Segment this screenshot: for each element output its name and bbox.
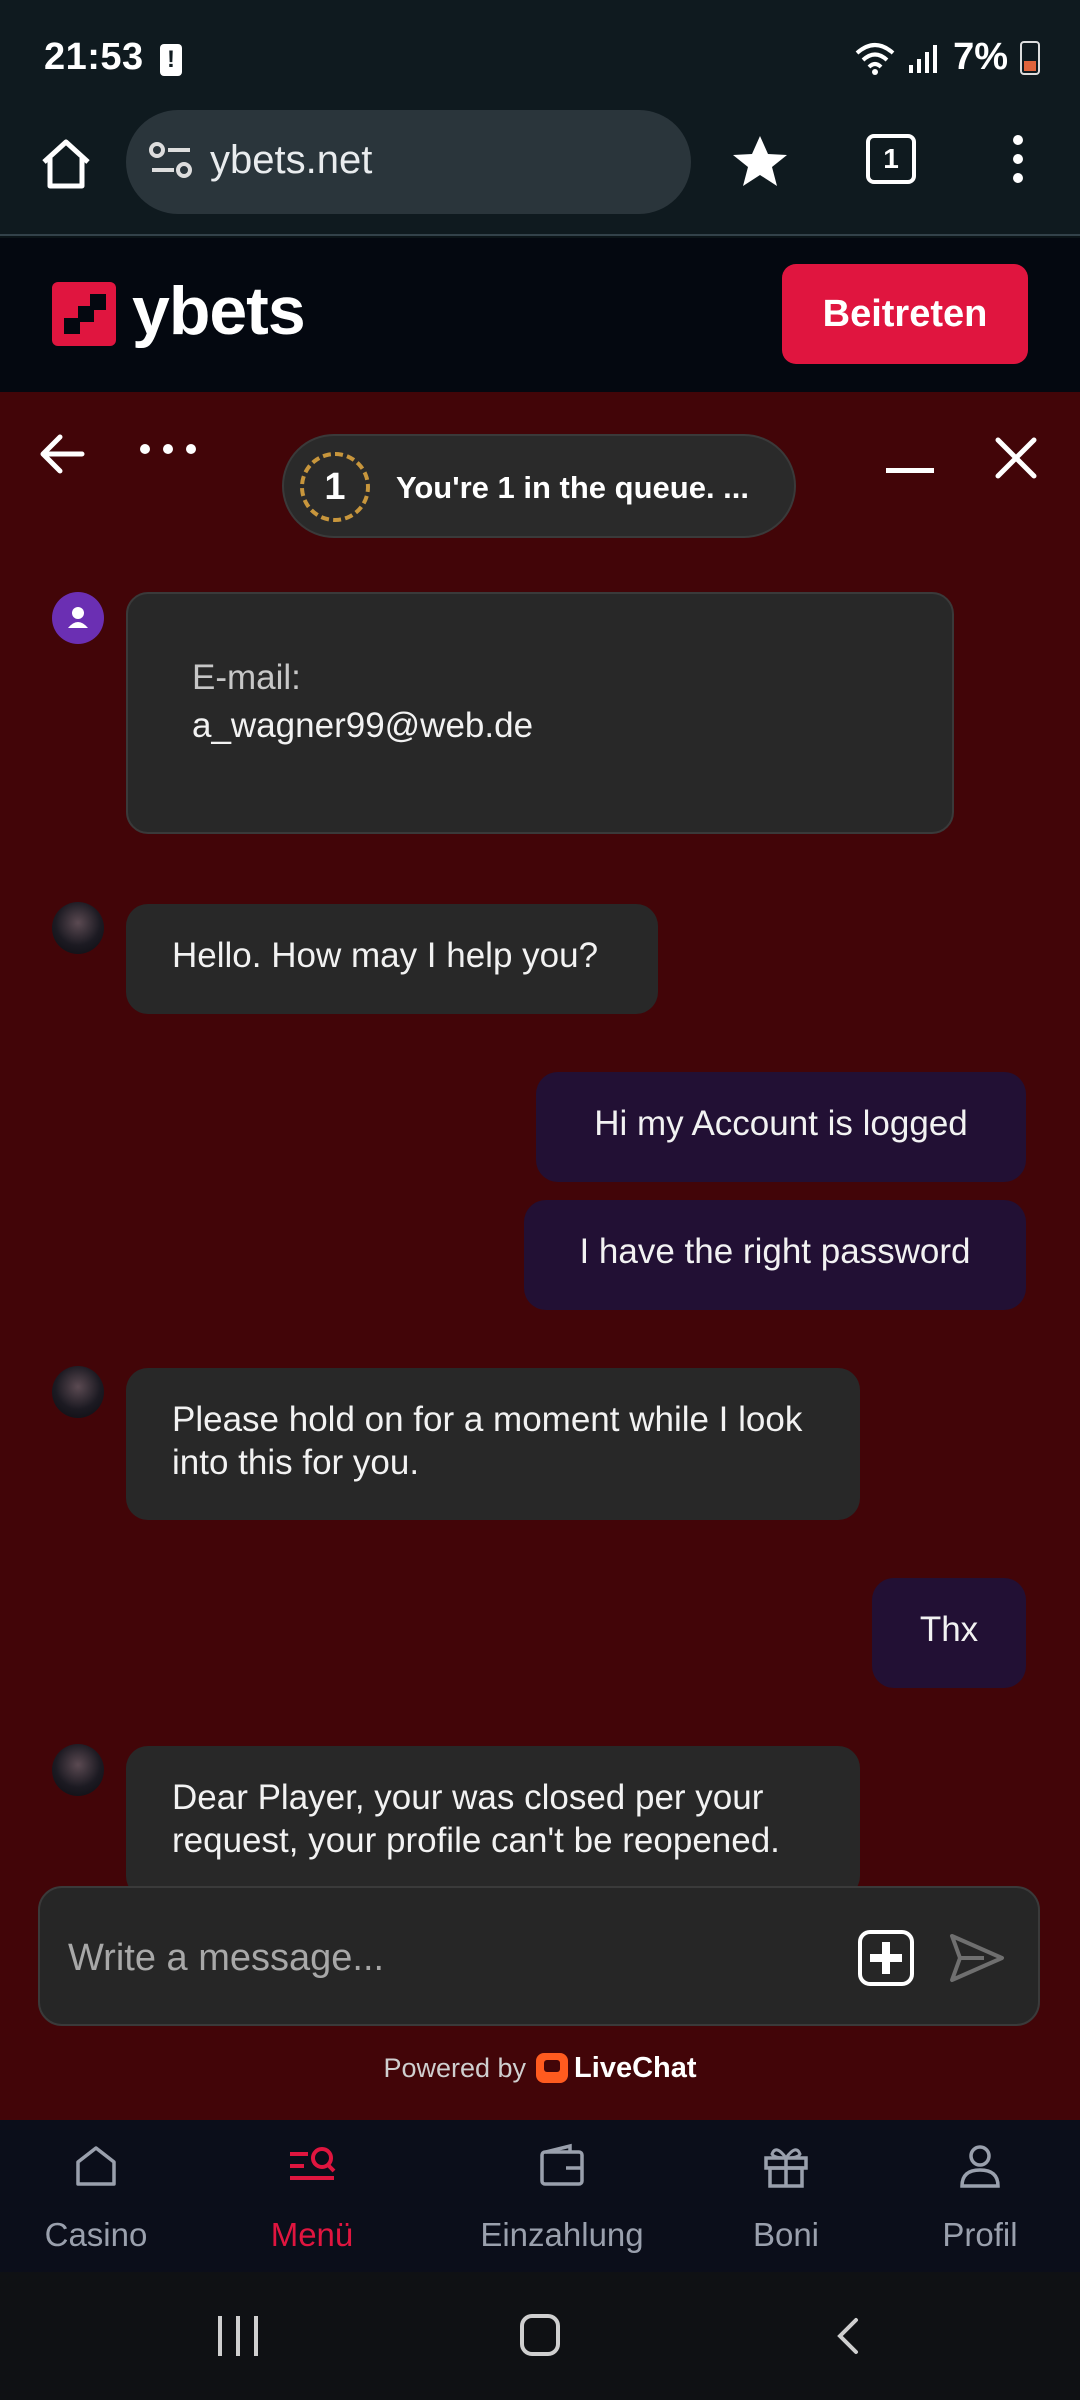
signal-icon [909, 44, 938, 73]
nav-boni[interactable]: Boni [692, 2120, 880, 2272]
status-time: 21:53 [44, 36, 144, 78]
nav-profil[interactable]: Profil [880, 2120, 1080, 2272]
home-icon [76, 2146, 116, 2186]
menu-search-icon [290, 2147, 336, 2180]
address-bar[interactable]: ybets.net [126, 110, 691, 214]
battery-icon [1020, 40, 1040, 75]
user-avatar [52, 592, 104, 644]
agent-avatar [52, 1366, 104, 1418]
agent-avatar [52, 902, 104, 954]
user-icon [960, 2145, 1000, 2188]
bookmark-star-icon[interactable] [728, 130, 792, 194]
chat-header: 1 You're 1 in the queue. ... [0, 392, 1080, 552]
system-back-icon[interactable] [828, 2316, 868, 2356]
back-arrow-icon[interactable] [38, 432, 86, 476]
nav-label: Boni [752, 2216, 820, 2253]
livechat-logo-icon [536, 2053, 569, 2083]
message-input[interactable] [68, 1930, 828, 1986]
battery-percent: 7% [953, 36, 1008, 78]
system-home-icon[interactable] [520, 2314, 560, 2356]
queue-position-badge: 1 [300, 452, 370, 522]
status-bar: 21:53 7% [0, 0, 1080, 110]
email-value: a_wagner99@web.de [192, 706, 534, 745]
tab-switcher-button[interactable]: 1 [866, 134, 916, 184]
email-card: E-mail: a_wagner99@web.de [126, 592, 954, 834]
more-options-icon[interactable] [140, 444, 196, 460]
powered-by-text: Powered by [383, 2053, 527, 2083]
livechat-window: 1 You're 1 in the queue. ... E-mail: a_w… [0, 392, 1080, 2120]
user-message: Hi my Account is logged [536, 1072, 1026, 1182]
site-settings-icon[interactable] [148, 140, 194, 180]
gift-icon [764, 2148, 808, 2188]
message-composer [38, 1886, 1040, 2026]
powered-by: Powered by LiveChat [0, 2052, 1080, 2085]
nav-label: Profil [942, 2216, 1018, 2253]
system-navigation-bar [0, 2272, 1080, 2400]
nav-menu[interactable]: Menü [192, 2120, 432, 2272]
status-right: 7% [855, 36, 1040, 79]
close-icon[interactable] [994, 436, 1038, 480]
ybets-logo-icon[interactable] [52, 282, 116, 346]
user-icon [68, 607, 88, 628]
agent-avatar [52, 1744, 104, 1796]
url-text: ybets.net [210, 138, 373, 182]
nav-label: Casino [44, 2216, 148, 2253]
wallet-icon [540, 2143, 584, 2186]
bottom-navigation: Casino Menü Einzahlung Boni Profil [0, 2120, 1080, 2272]
email-label: E-mail: [192, 658, 301, 697]
browser-home-icon[interactable] [36, 134, 96, 194]
minimize-icon[interactable] [886, 468, 934, 473]
agent-message: Please hold on for a moment while I look… [126, 1368, 860, 1520]
nav-label: Menü [270, 2216, 354, 2253]
browser-menu-icon[interactable] [1008, 130, 1028, 194]
nav-label: Einzahlung [480, 2216, 644, 2253]
livechat-brand[interactable]: LiveChat [574, 2052, 696, 2084]
browser-toolbar: ybets.net 1 [0, 110, 1080, 236]
nav-einzahlung[interactable]: Einzahlung [432, 2120, 692, 2272]
user-message: I have the right password [524, 1200, 1026, 1310]
queue-status: 1 You're 1 in the queue. ... [282, 434, 796, 538]
queue-text: You're 1 in the queue. ... [396, 470, 750, 505]
wifi-icon [855, 42, 895, 75]
agent-message: Dear Player, your was closed per your re… [126, 1746, 860, 1898]
agent-message: Hello. How may I help you? [126, 904, 658, 1014]
recent-apps-icon[interactable] [218, 2316, 258, 2356]
battery-alert-icon [160, 44, 182, 76]
brand-name[interactable]: ybets [132, 272, 306, 350]
user-message: Thx [872, 1578, 1026, 1688]
join-button[interactable]: Beitreten [782, 264, 1028, 364]
nav-casino[interactable]: Casino [0, 2120, 192, 2272]
send-icon[interactable] [944, 1926, 1008, 1990]
attach-plus-icon[interactable] [858, 1930, 914, 1986]
site-header: ybets Beitreten [0, 238, 1080, 392]
